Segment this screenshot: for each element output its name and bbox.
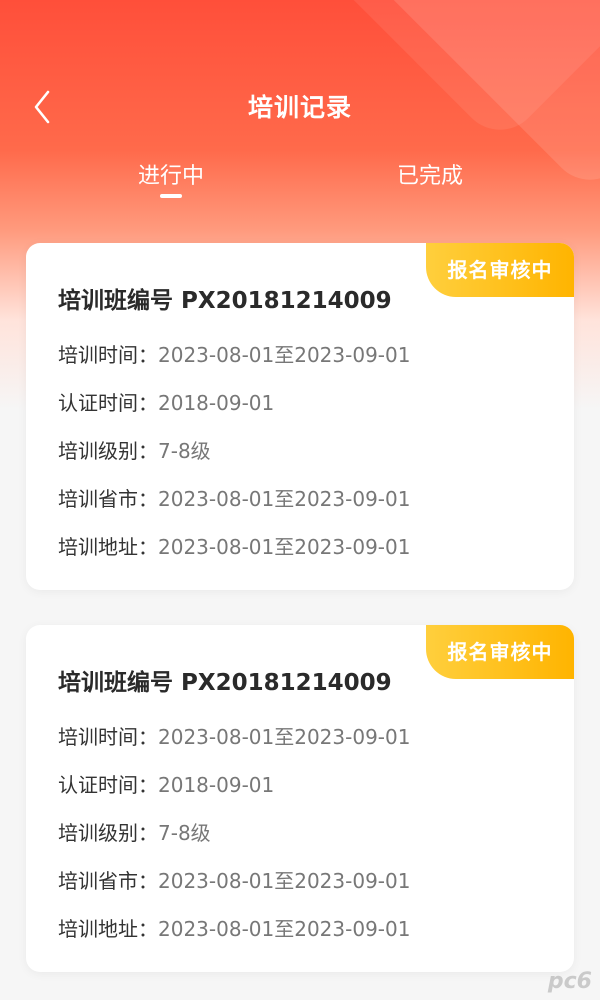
field-label: 培训时间：	[58, 725, 158, 749]
field-value: 2023-08-01至2023-09-01	[158, 487, 411, 511]
field-label: 培训级别：	[58, 439, 158, 463]
page-title: 培训记录	[247, 93, 352, 122]
field-label: 培训地址：	[58, 535, 158, 559]
field-value: 7-8级	[158, 439, 211, 463]
field-label: 培训省市：	[58, 487, 158, 511]
training-address-row: 培训地址：2023-08-01至2023-09-01	[58, 531, 410, 560]
status-badge: 报名审核中	[426, 243, 574, 297]
training-province-city-row: 培训省市：2023-08-01至2023-09-01	[58, 865, 410, 894]
field-label: 认证时间：	[58, 773, 158, 797]
page: 培训记录 进行中 已完成 报名审核中 培训班编号 PX20181214009 培…	[0, 0, 600, 1000]
field-label: 培训省市：	[58, 869, 158, 893]
training-time-row: 培训时间：2023-08-01至2023-09-01	[58, 339, 410, 368]
training-address-row: 培训地址：2023-08-01至2023-09-01	[58, 913, 410, 942]
field-value: 2023-08-01至2023-09-01	[158, 535, 411, 559]
training-level-row: 培训级别：7-8级	[58, 817, 211, 846]
field-value: 2023-08-01至2023-09-01	[158, 869, 411, 893]
field-value: 2023-08-01至2023-09-01	[158, 343, 411, 367]
watermark: pc6	[547, 969, 592, 994]
field-value: 2018-09-01	[158, 391, 275, 415]
field-value: 2023-08-01至2023-09-01	[158, 725, 411, 749]
card-title: 培训班编号 PX20181214009	[58, 288, 392, 314]
field-value: 2023-08-01至2023-09-01	[158, 917, 411, 941]
field-label: 培训时间：	[58, 343, 158, 367]
training-level-row: 培训级别：7-8级	[58, 435, 211, 464]
active-tab-indicator	[160, 194, 182, 198]
status-badge: 报名审核中	[426, 625, 574, 679]
field-value: 7-8级	[158, 821, 211, 845]
certification-time-row: 认证时间：2018-09-01	[58, 769, 274, 798]
tab-in-progress[interactable]: 进行中	[101, 158, 241, 190]
training-record-card[interactable]: 报名审核中 培训班编号 PX20181214009 培训时间：2023-08-0…	[26, 625, 574, 972]
field-label: 培训地址：	[58, 917, 158, 941]
training-time-row: 培训时间：2023-08-01至2023-09-01	[58, 721, 410, 750]
tab-completed[interactable]: 已完成	[360, 158, 500, 190]
certification-time-row: 认证时间：2018-09-01	[58, 387, 274, 416]
field-value: 2018-09-01	[158, 773, 275, 797]
field-label: 认证时间：	[58, 391, 158, 415]
field-label: 培训级别：	[58, 821, 158, 845]
training-province-city-row: 培训省市：2023-08-01至2023-09-01	[58, 483, 410, 512]
card-title: 培训班编号 PX20181214009	[58, 670, 392, 696]
training-record-card[interactable]: 报名审核中 培训班编号 PX20181214009 培训时间：2023-08-0…	[26, 243, 574, 590]
